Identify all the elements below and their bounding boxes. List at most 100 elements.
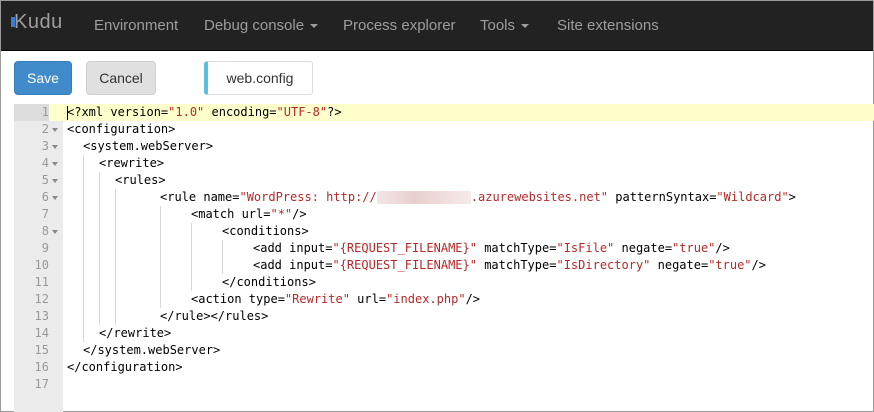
indent-guide — [99, 291, 100, 308]
code-text: </rule></rules> — [160, 309, 269, 323]
indent-guide — [83, 155, 84, 172]
line-number: 10 — [34, 258, 49, 272]
line-number: 3 — [41, 139, 49, 153]
nav-tools[interactable]: Tools — [480, 17, 530, 34]
nav-debug-console-label: Debug console — [204, 17, 305, 34]
indent-guide — [83, 240, 84, 257]
line-number: 13 — [34, 309, 49, 323]
code-line[interactable]: 12 <action type="Rewrite" url="index.php… — [14, 291, 874, 308]
file-tab[interactable]: web.config — [204, 61, 313, 95]
code-line[interactable]: 7 <match url="*"/> — [14, 206, 874, 223]
indent-guide — [115, 291, 116, 308]
line-number: 9 — [41, 241, 49, 255]
indent-guide — [99, 189, 100, 206]
line-number: 1 — [14, 104, 49, 121]
indent-guide — [83, 291, 84, 308]
code-text: </system.webServer> — [83, 343, 221, 357]
fold-arrow-icon[interactable] — [52, 230, 58, 234]
code-line[interactable]: 2 <configuration> — [14, 121, 874, 138]
top-navbar: Kudu Environment Debug console Process e… — [1, 1, 873, 51]
indent-guide — [83, 274, 84, 291]
indent-guide — [191, 274, 192, 291]
save-button[interactable]: Save — [14, 61, 72, 95]
code-line[interactable]: 14 </rewrite> — [14, 325, 874, 342]
indent-guide — [115, 206, 116, 223]
indent-guide — [115, 240, 116, 257]
nav-tools-label: Tools — [480, 17, 516, 34]
code-line[interactable]: 17 — [14, 376, 874, 393]
code-text: <action type="Rewrite" url="index.php"/> — [191, 292, 481, 306]
indent-guide — [115, 257, 116, 274]
code-line[interactable]: 3 <system.webServer> — [14, 138, 874, 155]
indent-guide — [160, 274, 161, 291]
code-line[interactable]: 10 <add input="{REQUEST_FILENAME}" match… — [14, 257, 874, 274]
fold-arrow-icon[interactable] — [52, 128, 58, 132]
indent-guide — [83, 223, 84, 240]
code-line[interactable]: 15 </system.webServer> — [14, 342, 874, 359]
nav-site-extensions[interactable]: Site extensions — [557, 17, 659, 34]
indent-guide — [83, 257, 84, 274]
code-text: </rewrite> — [99, 326, 172, 340]
indent-guide — [115, 308, 116, 325]
indent-guide — [115, 223, 116, 240]
code-line[interactable]: 4 <rewrite> — [14, 155, 874, 172]
indent-guide — [160, 240, 161, 257]
code-text: <rule name="WordPress: http://.azurewebs… — [160, 190, 796, 204]
code-line[interactable]: 6 <rule name="WordPress: http://.azurewe… — [14, 189, 874, 206]
indent-guide — [191, 257, 192, 274]
code-text: </conditions> — [222, 275, 316, 289]
code-line[interactable]: 11 </conditions> — [14, 274, 874, 291]
line-number: 8 — [41, 224, 49, 238]
chevron-down-icon — [521, 24, 530, 29]
indent-guide — [160, 223, 161, 240]
indent-guide — [99, 223, 100, 240]
code-text: <match url="*"/> — [191, 207, 307, 221]
code-line[interactable]: 1 <?xml version="1.0" encoding="UTF-8"?> — [14, 104, 874, 121]
fold-arrow-icon[interactable] — [52, 145, 58, 149]
code-text: <rules> — [115, 173, 166, 187]
indent-guide — [83, 172, 84, 189]
line-number: 11 — [34, 275, 49, 289]
code-text: </configuration> — [67, 360, 183, 374]
code-line[interactable]: 16 </configuration> — [14, 359, 874, 376]
indent-guide — [191, 223, 192, 240]
indent-guide — [160, 206, 161, 223]
indent-guide — [83, 189, 84, 206]
code-line[interactable]: 5 <rules> — [14, 172, 874, 189]
indent-guide — [99, 172, 100, 189]
code-line[interactable]: 8 <conditions> — [14, 223, 874, 240]
line-number: 15 — [34, 343, 49, 357]
kudu-logo[interactable]: Kudu — [14, 11, 63, 34]
code-editor[interactable]: 1 <?xml version="1.0" encoding="UTF-8"?>… — [14, 104, 874, 412]
indent-guide — [83, 308, 84, 325]
indent-guide — [99, 257, 100, 274]
indent-guide — [160, 257, 161, 274]
nav-process-explorer-label: Process explorer — [343, 17, 456, 34]
code-text: <configuration> — [67, 122, 176, 136]
line-number: 2 — [41, 122, 49, 136]
nav-process-explorer[interactable]: Process explorer — [343, 17, 456, 34]
nav-environment[interactable]: Environment — [94, 17, 178, 34]
redacted-hostname — [376, 191, 471, 204]
indent-guide — [83, 325, 84, 342]
line-number: 12 — [34, 292, 49, 306]
fold-arrow-icon[interactable] — [52, 179, 58, 183]
indent-guide — [99, 308, 100, 325]
code-line[interactable]: 9 <add input="{REQUEST_FILENAME}" matchT… — [14, 240, 874, 257]
indent-guide — [222, 240, 223, 257]
nav-environment-label: Environment — [94, 17, 179, 34]
code-text: <add input="{REQUEST_FILENAME}" matchTyp… — [253, 258, 766, 272]
line-number: 7 — [41, 207, 49, 221]
cancel-button[interactable]: Cancel — [86, 61, 156, 95]
line-number: 16 — [34, 360, 49, 374]
code-text: <system.webServer> — [83, 139, 214, 153]
nav-debug-console[interactable]: Debug console — [204, 17, 319, 34]
code-text: <rewrite> — [99, 156, 165, 170]
fold-arrow-icon[interactable] — [52, 162, 58, 166]
code-line[interactable]: 13 </rule></rules> — [14, 308, 874, 325]
indent-guide — [160, 291, 161, 308]
indent-guide — [83, 206, 84, 223]
indent-guide — [99, 274, 100, 291]
line-number: 6 — [41, 190, 49, 204]
fold-arrow-icon[interactable] — [52, 196, 58, 200]
